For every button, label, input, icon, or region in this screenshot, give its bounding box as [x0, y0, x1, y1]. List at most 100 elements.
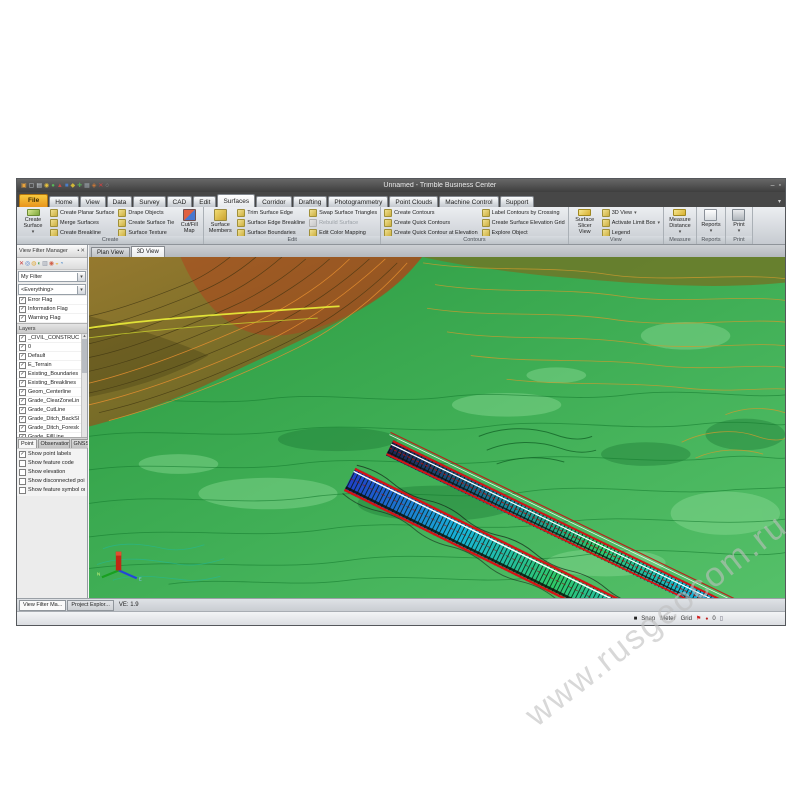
status-toggle[interactable]: Grid: [681, 616, 692, 622]
window-control-button[interactable]: –: [771, 182, 775, 189]
surface-slicer-view-button[interactable]: Surface Slicer View: [572, 208, 598, 235]
checkbox[interactable]: [19, 389, 26, 396]
ribbon-tab[interactable]: Corridor: [256, 196, 291, 207]
ribbon-tab[interactable]: Surfaces: [217, 194, 255, 207]
cut-fill-map-button[interactable]: Cut/Fill Map: [178, 208, 200, 235]
flag-icon[interactable]: ⚑: [696, 615, 701, 622]
quick-access-icon[interactable]: ▢: [29, 182, 35, 190]
checkbox[interactable]: [19, 353, 26, 360]
ribbon-button[interactable]: 3D View: [602, 209, 660, 217]
ribbon-tab[interactable]: Machine Control: [439, 196, 498, 207]
ribbon-tab[interactable]: Home: [49, 196, 78, 207]
ribbon-button[interactable]: Create Surface Tie: [118, 219, 174, 227]
option-row[interactable]: Show feature code: [17, 459, 87, 468]
checkbox[interactable]: [19, 469, 26, 476]
panel-tab[interactable]: Point: [18, 439, 37, 448]
flag-row[interactable]: Information Flag: [17, 305, 87, 314]
checkbox[interactable]: [19, 451, 26, 458]
ribbon-button[interactable]: Merge Surfaces: [50, 219, 114, 227]
filter-combo[interactable]: My Filter ▾: [18, 271, 86, 282]
create-surface-button[interactable]: Create Surface ▾: [20, 208, 46, 235]
ribbon-button[interactable]: Create Quick Contours: [384, 219, 477, 227]
error-dot-icon[interactable]: ●: [705, 616, 708, 622]
pin-icon[interactable]: ▪: [77, 248, 79, 254]
quick-access-icon[interactable]: ◈: [92, 182, 97, 190]
scrollbar-thumb[interactable]: [82, 339, 87, 373]
quick-access-icon[interactable]: ✕: [98, 182, 103, 190]
ribbon-button[interactable]: Surface Edge Breakline: [237, 219, 305, 227]
print-button[interactable]: Print ▾: [729, 208, 749, 235]
file-tab[interactable]: File: [19, 194, 48, 207]
checkbox[interactable]: [19, 407, 26, 414]
layer-list[interactable]: _CIVIL_CONSTRUCTION0DefaultE_TerrainExis…: [17, 334, 87, 437]
quick-access-icon[interactable]: ●: [51, 182, 55, 190]
layer-row[interactable]: 0: [17, 343, 81, 352]
panel-tab[interactable]: Observations: [38, 439, 70, 448]
ribbon-tab[interactable]: Point Clouds: [389, 196, 438, 207]
ribbon-button[interactable]: Activate Limit Box: [602, 219, 660, 227]
checkbox[interactable]: [19, 306, 26, 313]
panel-tool-icon[interactable]: ◐: [38, 260, 42, 268]
ribbon-button[interactable]: Drape Objects: [118, 209, 174, 217]
checkbox[interactable]: [19, 434, 26, 437]
page-icon[interactable]: ▯: [720, 615, 723, 622]
option-row[interactable]: Show elevation: [17, 468, 87, 477]
layer-row[interactable]: _CIVIL_CONSTRUCTION: [17, 334, 81, 343]
layer-row[interactable]: Grade_Ditch_BackSlope: [17, 415, 81, 424]
panel-bottom-tab[interactable]: View Filter Ma...: [19, 600, 66, 611]
surface-members-button[interactable]: Surface Members: [207, 208, 233, 235]
layer-row[interactable]: Grade_FillLine: [17, 433, 81, 437]
ribbon-button[interactable]: Create Contours: [384, 209, 477, 217]
layer-row[interactable]: Grade_CutLine: [17, 406, 81, 415]
reports-button[interactable]: Reports ▾: [700, 208, 722, 235]
layer-row[interactable]: E_Terrain: [17, 361, 81, 370]
ribbon-tab[interactable]: Edit: [193, 196, 216, 207]
scrollbar[interactable]: ▲: [81, 334, 87, 437]
panel-tool-icon[interactable]: ◒: [55, 260, 59, 268]
checkbox[interactable]: [19, 416, 26, 423]
layer-row[interactable]: Default: [17, 352, 81, 361]
checkbox[interactable]: [19, 344, 26, 351]
option-row[interactable]: Show feature symbol only: [17, 486, 87, 495]
checkbox[interactable]: [19, 398, 26, 405]
ribbon-button[interactable]: Create Planar Surface: [50, 209, 114, 217]
checkbox[interactable]: [19, 297, 26, 304]
ribbon-options-icon[interactable]: ▾: [778, 198, 783, 207]
ribbon-tab[interactable]: CAD: [167, 196, 193, 207]
chevron-down-icon[interactable]: ▾: [77, 273, 85, 281]
ribbon-tab[interactable]: Survey: [133, 196, 165, 207]
view-tab[interactable]: Plan View: [91, 247, 130, 257]
layer-row[interactable]: Grade_Ditch_Foreslope: [17, 424, 81, 433]
ribbon-tab[interactable]: Photogrammetry: [328, 196, 388, 207]
3d-view-canvas[interactable]: N E: [89, 257, 785, 598]
ribbon-button[interactable]: Rebuild Surface: [309, 219, 377, 227]
close-icon[interactable]: ✕: [80, 248, 85, 254]
measure-distance-button[interactable]: Measure Distance ▾: [667, 208, 693, 235]
option-row[interactable]: Show point labels: [17, 450, 87, 459]
status-toggle[interactable]: Meter: [660, 616, 675, 622]
ribbon-button[interactable]: Trim Surface Edge: [237, 209, 305, 217]
quick-access-icon[interactable]: ◉: [44, 182, 49, 190]
ribbon-button[interactable]: Label Contours by Crossing: [482, 209, 565, 217]
layer-row[interactable]: Geom_Centerline: [17, 388, 81, 397]
status-toggle[interactable]: Snap: [641, 616, 655, 622]
checkbox[interactable]: [19, 362, 26, 369]
panel-tool-icon[interactable]: ◍: [31, 260, 36, 268]
checkbox[interactable]: [19, 371, 26, 378]
panel-tool-icon[interactable]: ◎: [25, 260, 30, 268]
checkbox[interactable]: [19, 425, 26, 432]
panel-bottom-tab[interactable]: Project Explor...: [67, 600, 114, 611]
checkbox[interactable]: [19, 487, 26, 494]
quick-access-icon[interactable]: ▤: [36, 182, 42, 190]
checkbox[interactable]: [19, 315, 26, 322]
checkbox[interactable]: [19, 335, 26, 342]
ribbon-tab[interactable]: View: [80, 196, 106, 207]
quick-access-icon[interactable]: ■: [65, 182, 69, 190]
layer-row[interactable]: Grade_ClearZoneLine: [17, 397, 81, 406]
quick-access-icon[interactable]: ◆: [70, 182, 75, 190]
checkbox[interactable]: [19, 478, 26, 485]
ribbon-tab[interactable]: Support: [500, 196, 535, 207]
ribbon-tab[interactable]: Drafting: [293, 196, 328, 207]
option-row[interactable]: Show disconnected points: [17, 477, 87, 486]
flag-row[interactable]: Error Flag: [17, 296, 87, 305]
